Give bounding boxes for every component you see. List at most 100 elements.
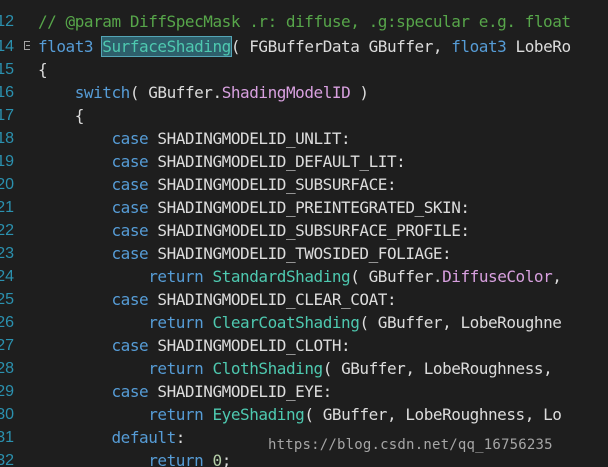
code-line[interactable]: 14 float3 SurfaceShading( FGBufferData G…	[0, 35, 608, 58]
line-number: 24	[0, 268, 14, 285]
line-code[interactable]: case SHADINGMODELID_CLEAR_COAT:	[38, 288, 396, 311]
line-code[interactable]: return ClothShading( GBuffer, LobeRoughn…	[38, 357, 553, 380]
line-gutter: 19	[0, 150, 30, 173]
code-text: LobeRo	[506, 37, 572, 56]
code-line[interactable]: 25 case SHADINGMODELID_CLEAR_COAT:	[0, 288, 608, 311]
line-code[interactable]: case SHADINGMODELID_CLOTH:	[38, 334, 350, 357]
code-text: ( GBuffer.	[350, 267, 443, 286]
comment-text: // @param DiffSpecMask .r: diffuse, .g:s…	[38, 12, 571, 31]
code-line[interactable]: 23 case SHADINGMODELID_TWOSIDED_FOLIAGE:	[0, 242, 608, 265]
code-text: ( GBuffer, LobeRoughness,	[322, 359, 553, 378]
case-keyword: case	[111, 175, 149, 194]
code-text: :	[175, 428, 186, 447]
line-code[interactable]: return StandardShading( GBuffer.DiffuseC…	[38, 265, 562, 288]
line-code[interactable]: float3 SurfaceShading( FGBufferData GBuf…	[38, 35, 571, 58]
line-gutter: 18	[0, 127, 30, 150]
line-code[interactable]: case SHADINGMODELID_TWOSIDED_FOLIAGE:	[38, 242, 451, 265]
line-gutter: 27	[0, 334, 30, 357]
type-keyword: float3	[451, 37, 507, 56]
line-code[interactable]: return 0;	[38, 449, 231, 467]
return-keyword: return	[148, 451, 204, 467]
case-keyword: case	[111, 382, 149, 401]
code-line[interactable]: 16 switch( GBuffer.ShadingModelID )	[0, 81, 608, 104]
code-text: SHADINGMODELID_CLOTH:	[148, 336, 351, 355]
line-code[interactable]: {	[38, 58, 48, 81]
line-number: 15	[0, 61, 14, 78]
line-code[interactable]: // @param DiffSpecMask .r: diffuse, .g:s…	[38, 10, 571, 33]
code-line[interactable]: 19 case SHADINGMODELID_DEFAULT_LIT:	[0, 150, 608, 173]
code-line[interactable]: 18 case SHADINGMODELID_UNLIT:	[0, 127, 608, 150]
code-line[interactable]: 29 case SHADINGMODELID_EYE:	[0, 380, 608, 403]
line-number: 19	[0, 153, 14, 170]
case-keyword: case	[111, 221, 149, 240]
line-gutter: 17	[0, 104, 30, 127]
line-number: 20	[0, 176, 14, 193]
line-number: 31	[0, 429, 14, 446]
line-code[interactable]: case SHADINGMODELID_PREINTEGRATED_SKIN:	[38, 196, 470, 219]
line-number: 22	[0, 222, 14, 239]
return-keyword: return	[148, 313, 204, 332]
code-line[interactable]: 15 {	[0, 58, 608, 81]
line-code[interactable]: case SHADINGMODELID_UNLIT:	[38, 127, 350, 150]
code-line[interactable]: 27 case SHADINGMODELID_CLOTH:	[0, 334, 608, 357]
function-name: ClothShading	[212, 359, 324, 378]
line-gutter: 24	[0, 265, 30, 288]
line-code[interactable]: switch( GBuffer.ShadingModelID )	[38, 81, 369, 104]
code-text: SHADINGMODELID_DEFAULT_LIT:	[148, 152, 406, 171]
case-keyword: case	[111, 198, 149, 217]
highlighted-function-name[interactable]: SurfaceShading	[101, 36, 232, 57]
code-line[interactable]: 24 return StandardShading( GBuffer.Diffu…	[0, 265, 608, 288]
code-line[interactable]: 28 return ClothShading( GBuffer, LobeRou…	[0, 357, 608, 380]
member-name: ShadingModelID	[221, 83, 351, 102]
return-keyword: return	[148, 405, 204, 424]
code-text: SHADINGMODELID_SUBSURFACE:	[148, 175, 397, 194]
line-gutter: 26	[0, 311, 30, 334]
line-gutter: 25	[0, 288, 30, 311]
line-code[interactable]: case SHADINGMODELID_SUBSURFACE:	[38, 173, 396, 196]
line-code[interactable]: default:	[38, 426, 185, 449]
code-line[interactable]: 17 {	[0, 104, 608, 127]
code-line[interactable]: 21 case SHADINGMODELID_PREINTEGRATED_SKI…	[0, 196, 608, 219]
code-line[interactable]: 12 // @param DiffSpecMask .r: diffuse, .…	[0, 10, 608, 33]
line-gutter: 16	[0, 81, 30, 104]
code-editor[interactable]: 12 // @param DiffSpecMask .r: diffuse, .…	[0, 0, 608, 467]
code-text: SHADINGMODELID_EYE:	[148, 382, 332, 401]
line-number: 30	[0, 406, 14, 423]
collapse-toggle-icon[interactable]	[24, 41, 30, 50]
line-code[interactable]: {	[38, 104, 85, 127]
line-number: 27	[0, 337, 14, 354]
case-keyword: case	[111, 152, 149, 171]
line-code[interactable]: case SHADINGMODELID_DEFAULT_LIT:	[38, 150, 405, 173]
code-line[interactable]: 26 return ClearCoatShading( GBuffer, Lob…	[0, 311, 608, 334]
line-code[interactable]: case SHADINGMODELID_SUBSURFACE_PROFILE:	[38, 219, 470, 242]
line-code[interactable]: case SHADINGMODELID_EYE:	[38, 380, 332, 403]
case-keyword: case	[111, 290, 149, 309]
line-code[interactable]: return ClearCoatShading( GBuffer, LobeRo…	[38, 311, 562, 334]
line-gutter: 22	[0, 219, 30, 242]
code-line[interactable]: 22 case SHADINGMODELID_SUBSURFACE_PROFIL…	[0, 219, 608, 242]
code-line[interactable]: 20 case SHADINGMODELID_SUBSURFACE:	[0, 173, 608, 196]
line-gutter: 21	[0, 196, 30, 219]
code-text: ( GBuffer.	[129, 83, 222, 102]
line-number: 18	[0, 130, 14, 147]
case-keyword: case	[111, 244, 149, 263]
line-code[interactable]: return EyeShading( GBuffer, LobeRoughnes…	[38, 403, 562, 426]
code-line[interactable]: 30 return EyeShading( GBuffer, LobeRough…	[0, 403, 608, 426]
line-gutter: 15	[0, 58, 30, 81]
code-text: SHADINGMODELID_SUBSURFACE_PROFILE:	[148, 221, 470, 240]
function-name: ClearCoatShading	[212, 313, 360, 332]
line-gutter: 23	[0, 242, 30, 265]
line-number: 28	[0, 360, 14, 377]
line-number: 12	[0, 13, 14, 30]
